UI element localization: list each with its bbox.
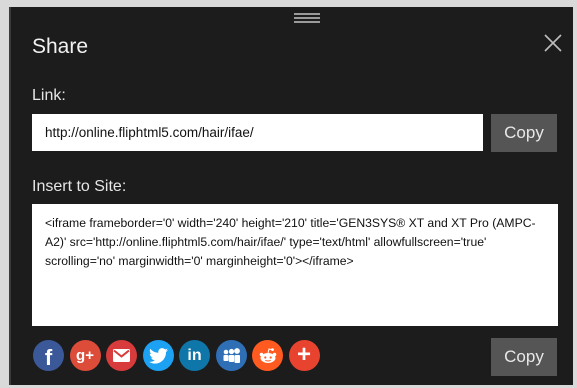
share-dialog: Share Link: Copy Insert to Site: <iframe… (9, 7, 573, 385)
close-icon[interactable] (541, 31, 565, 55)
link-input[interactable] (32, 114, 483, 151)
more-share-icon[interactable]: + (288, 340, 320, 371)
social-share-bar: f g+ in + (33, 340, 325, 371)
link-label: Link: (32, 87, 66, 104)
insert-label: Insert to Site: (32, 178, 127, 195)
facebook-share-icon[interactable]: f (33, 340, 64, 371)
copy-link-button[interactable]: Copy (491, 114, 557, 152)
myspace-share-icon[interactable] (215, 340, 247, 371)
embed-code-field[interactable]: <iframe frameborder='0' width='240' heig… (32, 204, 558, 326)
google-plus-share-icon[interactable]: g+ (69, 340, 101, 371)
email-share-icon[interactable] (106, 340, 137, 371)
reddit-share-icon[interactable] (252, 340, 283, 371)
dialog-title: Share (32, 35, 89, 58)
copy-embed-button[interactable]: Copy (491, 338, 557, 376)
twitter-share-icon[interactable] (142, 340, 174, 371)
linkedin-share-icon[interactable]: in (179, 340, 210, 371)
drag-handle-icon[interactable] (294, 13, 320, 23)
